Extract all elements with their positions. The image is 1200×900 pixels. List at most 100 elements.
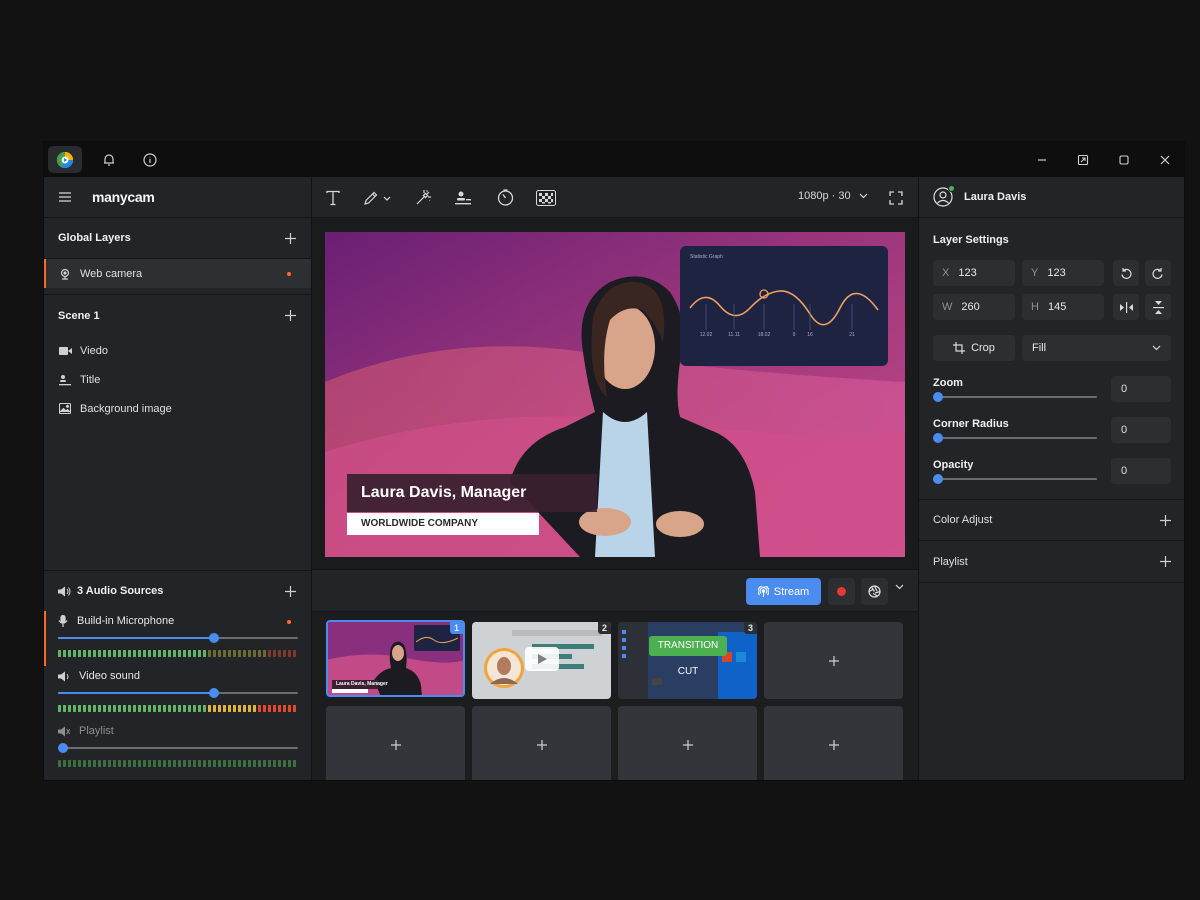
draw-tool-icon[interactable]	[358, 185, 398, 210]
scene-item-title[interactable]: Title	[44, 365, 311, 394]
zoom-slider-knob[interactable]	[933, 392, 943, 402]
meter-bar	[103, 650, 106, 657]
graph-tick-label: 12.02	[700, 332, 713, 338]
cut-button[interactable]: CUT	[649, 662, 727, 682]
add-audio-source-icon[interactable]	[283, 584, 297, 598]
meter-bar	[278, 705, 281, 712]
lower-third-company-bar: WORLDWIDE COMPANY	[347, 513, 539, 535]
add-scene-layer-icon[interactable]	[283, 309, 297, 323]
hamburger-menu-icon[interactable]	[58, 191, 72, 203]
add-scene-slot[interactable]	[618, 706, 757, 780]
corner-radius-value-input[interactable]: 0	[1111, 417, 1171, 443]
volume-slider[interactable]	[58, 633, 298, 643]
pip-icon[interactable]	[1063, 142, 1103, 177]
add-scene-slot[interactable]	[326, 706, 465, 780]
lower-third-icon[interactable]	[450, 185, 476, 210]
effects-toolbar: 1080p · 30	[312, 177, 918, 218]
corner-radius-slider[interactable]	[933, 433, 1097, 443]
meter-bar	[223, 705, 226, 712]
add-global-layer-icon[interactable]	[283, 231, 297, 245]
record-button[interactable]	[828, 578, 855, 605]
close-icon[interactable]	[1145, 142, 1184, 177]
fill-mode-dropdown[interactable]: Fill	[1022, 335, 1171, 361]
audio-level-meter	[58, 650, 296, 657]
volume-slider-knob[interactable]	[209, 633, 219, 643]
add-scene-slot[interactable]	[472, 706, 611, 780]
meter-bar	[93, 650, 96, 657]
meter-bar	[188, 705, 191, 712]
expand-color-adjust-icon[interactable]	[1158, 513, 1172, 527]
meter-bar	[213, 650, 216, 657]
fullscreen-icon[interactable]	[883, 185, 909, 210]
meter-bar	[73, 760, 76, 767]
expand-playlist-icon[interactable]	[1158, 555, 1172, 569]
record-dot-icon	[837, 587, 846, 596]
meter-bar	[198, 650, 201, 657]
meter-bar	[113, 760, 116, 767]
magic-wand-icon[interactable]	[410, 185, 436, 210]
y-position-field[interactable]: Y 123	[1022, 260, 1104, 286]
corner-radius-slider-knob[interactable]	[933, 433, 943, 443]
rotate-left-icon[interactable]	[1113, 260, 1139, 286]
meter-bar	[283, 705, 286, 712]
microphone-icon	[58, 615, 68, 627]
volume-slider[interactable]	[58, 688, 298, 698]
meter-bar	[83, 650, 86, 657]
preview-canvas[interactable]: Statistic Graph 12.02 11.11 18.02 9 16 21 Lau…	[325, 232, 905, 557]
resolution-dropdown[interactable]: 1080p · 30	[798, 190, 868, 202]
maximize-icon[interactable]	[1104, 142, 1144, 177]
scene-thumb-2[interactable]: 2	[472, 622, 611, 699]
lower-third-name-bar: Laura Davis, Manager	[347, 474, 597, 512]
add-scene-slot[interactable]	[764, 706, 903, 780]
scene-thumb-1[interactable]: Laura Davis, Manager 1	[326, 620, 465, 697]
timer-icon[interactable]	[492, 185, 518, 210]
bell-icon[interactable]	[92, 146, 126, 173]
meter-bar	[158, 760, 161, 767]
info-icon[interactable]	[133, 146, 167, 173]
playlist-section[interactable]: Playlist	[919, 541, 1184, 583]
height-field[interactable]: H 145	[1022, 294, 1104, 320]
snapshot-button[interactable]	[861, 578, 888, 605]
width-field[interactable]: W 260	[933, 294, 1015, 320]
mosaic-icon[interactable]	[533, 185, 559, 210]
volume-slider-knob[interactable]	[209, 688, 219, 698]
flip-horizontal-icon[interactable]	[1113, 294, 1139, 320]
manycam-logo-icon[interactable]	[48, 146, 82, 173]
opacity-slider-knob[interactable]	[933, 474, 943, 484]
meter-bar	[253, 705, 256, 712]
flip-vertical-icon[interactable]	[1145, 294, 1171, 320]
live-indicator-dot	[287, 620, 291, 624]
playlist-label: Playlist	[933, 555, 968, 568]
speaker-muted-icon[interactable]	[58, 726, 70, 737]
play-icon[interactable]	[525, 647, 559, 671]
scene-item-video[interactable]: Viedo	[44, 336, 311, 365]
color-adjust-section[interactable]: Color Adjust	[919, 500, 1184, 541]
global-layers-title: Global Layers	[58, 232, 131, 244]
volume-slider[interactable]	[58, 743, 298, 753]
layer-item-web-camera[interactable]: Web camera	[44, 259, 311, 288]
meter-bar	[193, 650, 196, 657]
scene-thumb-3[interactable]: TRANSITION CUT 3	[618, 622, 757, 699]
volume-slider-knob[interactable]	[58, 743, 68, 753]
meter-bar	[128, 650, 131, 657]
more-options-chevron-icon[interactable]	[895, 584, 904, 590]
rotate-right-icon[interactable]	[1145, 260, 1171, 286]
transition-button[interactable]: TRANSITION	[649, 636, 727, 656]
avatar[interactable]	[933, 185, 955, 207]
add-scene-slot[interactable]	[764, 622, 903, 699]
opacity-slider[interactable]	[933, 474, 1097, 484]
zoom-value-input[interactable]: 0	[1111, 376, 1171, 402]
crop-button[interactable]: Crop	[933, 335, 1015, 361]
text-tool-icon[interactable]	[320, 185, 346, 210]
meter-bar	[68, 760, 71, 767]
minimize-icon[interactable]	[1022, 142, 1062, 177]
meter-bar	[63, 705, 66, 712]
x-position-field[interactable]: X 123	[933, 260, 1015, 286]
opacity-value-input[interactable]: 0	[1111, 458, 1171, 484]
meter-bar	[268, 705, 271, 712]
zoom-slider[interactable]	[933, 392, 1097, 402]
meter-bar	[293, 705, 296, 712]
stream-button[interactable]: Stream	[746, 578, 821, 605]
meter-bar	[88, 650, 91, 657]
scene-item-background-image[interactable]: Background image	[44, 394, 311, 423]
